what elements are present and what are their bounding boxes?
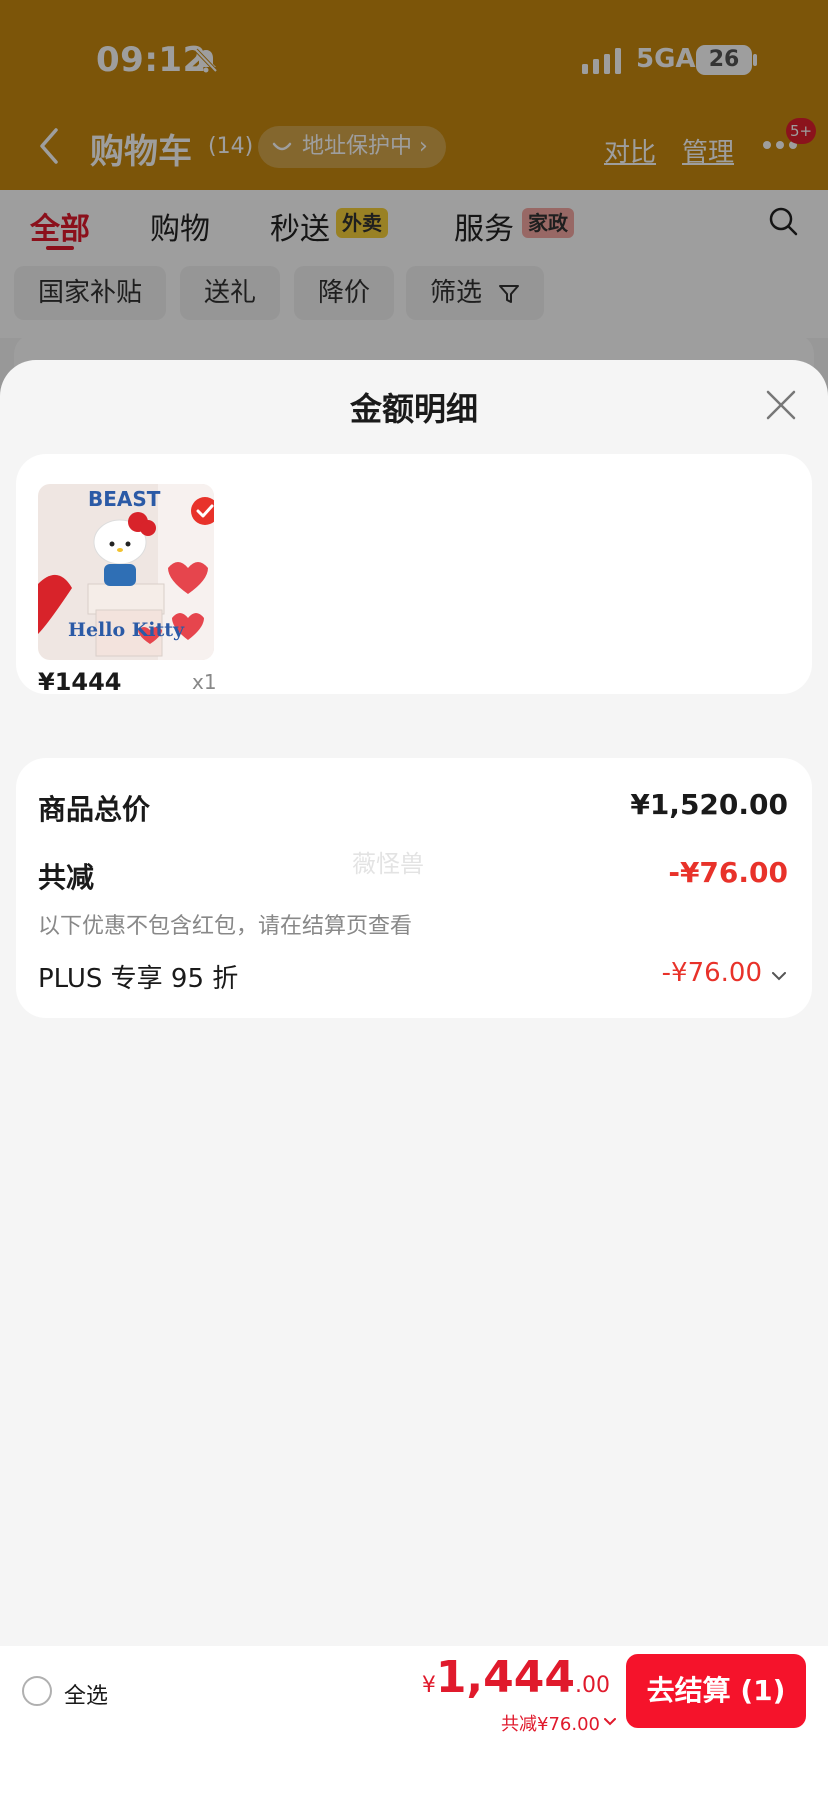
checkout-bar: 全选 ¥1,444.00 共减¥76.00 去结算 (1) [0,1646,828,1800]
product-price: ¥1444 [38,668,122,696]
product-card: BEAST Hello Kitty ¥1444 x1 [16,454,812,696]
total-integer: 1,444 [435,1652,575,1703]
product-image-text-top: BEAST [88,487,161,511]
product-image-text-bottom: Hello Kitty [68,619,185,641]
total-price: ¥1,444.00 [422,1652,610,1703]
amount-detail-sheet: 金额明细 BEAST Hello Kitty ¥1444 x1 商品总价 ¥1,… [0,360,828,1800]
goods-total-value: ¥1,520.00 [630,788,788,821]
discount-value: -¥76.00 [668,856,788,889]
checkmark-icon [191,497,214,525]
plus-discount-label: PLUS 专享 95 折 [38,964,239,994]
total-discount[interactable]: 共减¥76.00 [501,1710,600,1736]
total-currency: ¥ [421,1673,436,1698]
close-icon[interactable] [766,390,796,420]
plus-discount-value[interactable]: -¥76.00 [662,958,762,988]
goods-total-label: 商品总价 [38,793,151,826]
product-image[interactable]: BEAST Hello Kitty [38,484,214,660]
chevron-down-icon[interactable] [604,1718,616,1726]
select-all-radio[interactable] [22,1676,52,1706]
total-decimal: .00 [575,1673,610,1698]
checkout-button[interactable]: 去结算 (1) [626,1654,806,1728]
hello-kitty-product-art: BEAST Hello Kitty [38,484,214,660]
price-summary-card: 商品总价 ¥1,520.00 共减 薇怪兽 -¥76.00 以下优惠不包含红包，… [16,758,812,1018]
select-all-label[interactable]: 全选 [64,1678,108,1710]
discount-label: 共减 [38,861,95,894]
sheet-title: 金额明细 [349,390,478,428]
watermark-text: 薇怪兽 [352,850,424,878]
chevron-down-icon[interactable] [772,972,786,981]
product-quantity: x1 [192,670,217,694]
discount-note: 以下优惠不包含红包，请在结算页查看 [38,914,413,939]
